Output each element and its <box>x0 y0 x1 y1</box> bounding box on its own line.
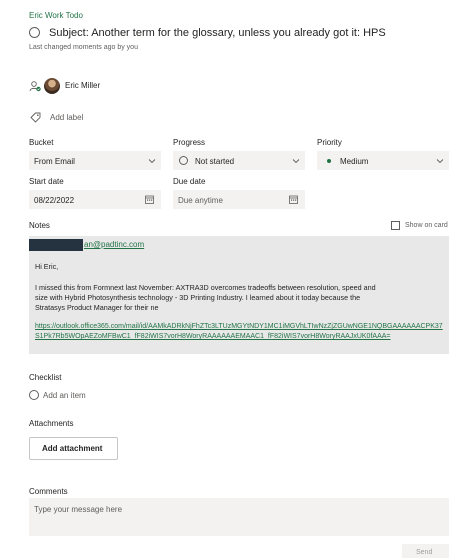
priority-value: Medium <box>340 157 369 166</box>
chevron-down-icon <box>292 159 300 164</box>
email-link[interactable]: an@padtinc.com <box>84 240 144 249</box>
chevron-down-icon <box>148 159 156 164</box>
bucket-value: From Email <box>34 157 75 166</box>
add-label-button[interactable]: Add label <box>50 113 83 122</box>
last-changed: Last changed moments ago by you <box>29 44 138 51</box>
priority-select[interactable] <box>317 151 449 170</box>
notes-label: Notes <box>29 221 50 230</box>
start-date-value: 08/22/2022 <box>34 196 75 205</box>
note-greeting: Hi Eric, <box>35 262 59 271</box>
plan-name[interactable]: Eric Work Todo <box>29 11 83 20</box>
checklist-label: Checklist <box>29 373 62 382</box>
outlook-link[interactable]: https://outlook.office365.com/mail/id/AA… <box>35 322 443 342</box>
add-checklist-item[interactable]: Add an item <box>43 391 86 400</box>
add-attachment-label: Add attachment <box>42 444 103 453</box>
redacted-text <box>29 239 83 251</box>
show-on-card-label[interactable]: Show on card <box>405 222 448 229</box>
note-line-1: I missed this from Formnext last Novembe… <box>35 283 376 292</box>
note-line-3: Stratasys Product Manager for their ne <box>35 303 159 312</box>
comment-placeholder: Type your message here <box>34 505 123 514</box>
comments-label: Comments <box>29 487 68 496</box>
due-date-placeholder: Due anytime <box>178 196 223 205</box>
add-item-circle-icon[interactable] <box>29 390 39 400</box>
calendar-icon[interactable] <box>289 195 298 204</box>
avatar[interactable] <box>44 78 60 94</box>
priority-label: Priority <box>317 138 342 147</box>
note-line-2: size with Hybrid Photosynthesis technolo… <box>35 293 361 302</box>
progress-label: Progress <box>173 138 206 147</box>
bucket-label: Bucket <box>29 138 54 147</box>
assignee-name[interactable]: Eric Miller <box>65 81 100 90</box>
not-started-icon <box>179 156 188 165</box>
complete-task-toggle[interactable] <box>29 27 40 38</box>
start-date-label: Start date <box>29 177 64 186</box>
progress-select[interactable] <box>173 151 305 170</box>
priority-dot-icon <box>327 159 331 163</box>
task-title[interactable]: Subject: Another term for the glossary, … <box>49 27 386 39</box>
chevron-down-icon <box>436 159 444 164</box>
due-date-label: Due date <box>173 177 206 186</box>
tag-icon[interactable] <box>30 112 41 123</box>
show-on-card-checkbox[interactable] <box>391 221 400 230</box>
attachments-label: Attachments <box>29 419 74 428</box>
progress-value: Not started <box>195 157 235 166</box>
assign-user-icon[interactable] <box>29 80 41 92</box>
calendar-icon[interactable] <box>145 195 154 204</box>
comment-input[interactable] <box>29 498 449 536</box>
